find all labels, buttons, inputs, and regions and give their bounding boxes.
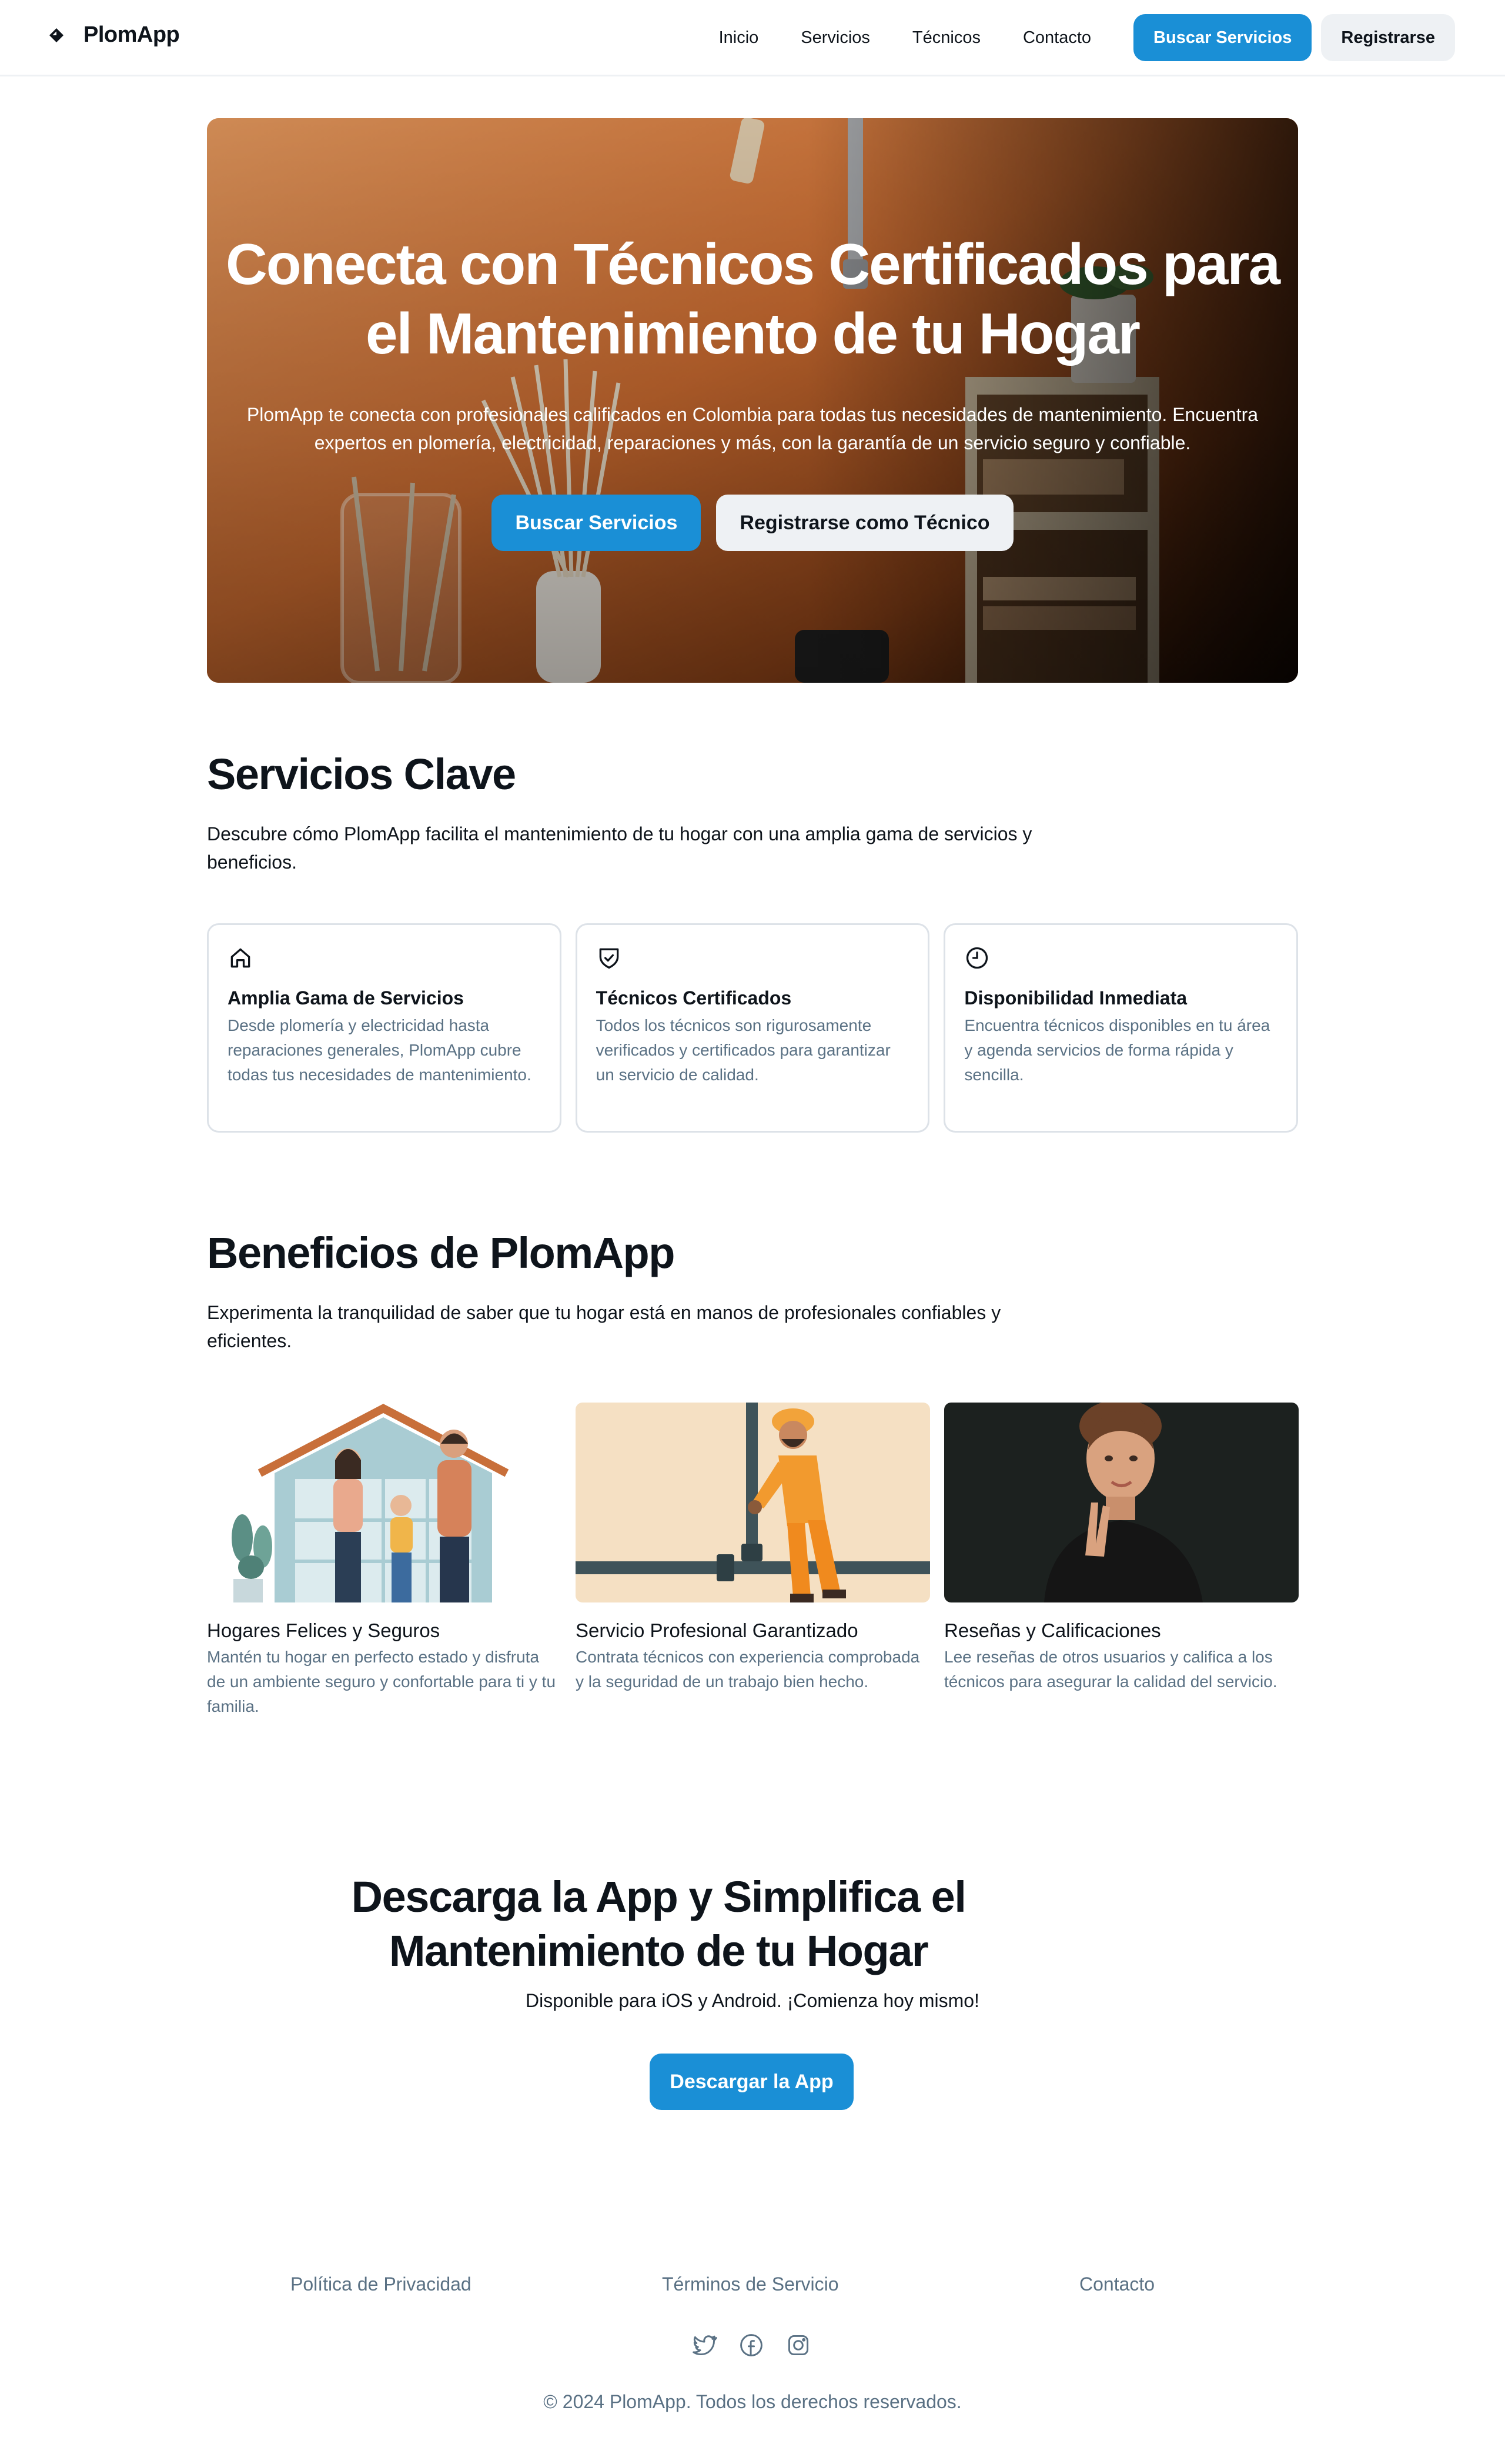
service-card-title: Amplia Gama de Servicios <box>228 987 464 1009</box>
footer-privacy-link[interactable]: Política de Privacidad <box>290 2273 471 2295</box>
brand[interactable]: PlomApp <box>47 22 180 48</box>
cta-subtitle: Disponible para iOS y Android. ¡Comienza… <box>526 1990 979 2011</box>
benefit-text: Contrata técnicos con experiencia compro… <box>576 1648 920 1691</box>
service-card-text: Encuentra técnicos disponibles en tu áre… <box>964 1016 1270 1084</box>
nav-tecnicos[interactable]: Técnicos <box>912 28 981 48</box>
header-register-button[interactable]: Registrarse <box>1321 14 1455 61</box>
family-home-illustration <box>207 1403 561 1602</box>
plumber-illustration <box>576 1403 930 1602</box>
benefit-item: Hogares Felices y Seguros Mantén tu hoga… <box>207 1403 561 1719</box>
hero-register-technician-button[interactable]: Registrarse como Técnico <box>716 495 1014 551</box>
benefit-item: Reseñas y Calificaciones Lee reseñas de … <box>944 1403 1299 1719</box>
benefit-title: Reseñas y Calificaciones <box>944 1620 1161 1641</box>
house-icon <box>230 948 250 968</box>
copyright: © 2024 PlomApp. Todos los derechos reser… <box>543 2391 962 2412</box>
benefit-item: Servicio Profesional Garantizado Contrat… <box>576 1403 930 1719</box>
benefits-title: Beneficios de PlomApp <box>207 1228 675 1277</box>
footer-contact-link[interactable]: Contacto <box>1079 2273 1155 2295</box>
service-card: Amplia Gama de Servicios Desde plomería … <box>207 923 561 1133</box>
benefit-text: Lee reseñas de otros usuarios y califica… <box>944 1648 1277 1691</box>
nav-contacto[interactable]: Contacto <box>1023 28 1091 48</box>
service-card-title: Técnicos Certificados <box>596 987 792 1009</box>
hero-title: Conecta con Técnicos Certificados para e… <box>226 232 1280 366</box>
service-card: Disponibilidad Inmediata Encuentra técni… <box>944 923 1299 1133</box>
hero-content: Conecta con Técnicos Certificados para e… <box>207 118 1298 683</box>
instagram-icon[interactable] <box>785 2332 811 2358</box>
social-links <box>691 2332 811 2358</box>
site-header: PlomApp Inicio Servicios Técnicos Contac… <box>0 0 1505 76</box>
main-nav: Inicio Servicios Técnicos Contacto Busca… <box>719 14 1455 61</box>
facebook-icon[interactable] <box>738 2332 764 2358</box>
shield-check-icon <box>599 948 618 969</box>
hero-subtitle: PlomApp te conecta con profesionales cal… <box>246 404 1259 453</box>
cta-title: Descarga la App y Simplifica el Mantenim… <box>351 1872 966 1975</box>
brand-name: PlomApp <box>83 22 180 47</box>
benefits-description: Experimenta la tranquilidad de saber que… <box>207 1302 1001 1351</box>
clock-icon <box>966 947 988 969</box>
benefit-text: Mantén tu hogar en perfecto estado y dis… <box>207 1648 556 1715</box>
nav-inicio[interactable]: Inicio <box>719 28 759 48</box>
hero-buttons: Buscar Servicios Registrarse como Técnic… <box>207 495 1298 551</box>
woman-portrait-photo <box>944 1403 1299 1602</box>
service-card-title: Disponibilidad Inmediata <box>964 987 1188 1009</box>
benefit-title: Servicio Profesional Garantizado <box>576 1620 858 1641</box>
service-card-text: Todos los técnicos son rigurosamente ver… <box>596 1016 891 1084</box>
footer-terms-link[interactable]: Términos de Servicio <box>662 2273 839 2295</box>
services-title: Servicios Clave <box>207 750 516 799</box>
twitter-icon[interactable] <box>691 2332 717 2358</box>
benefits-list: Hogares Felices y Seguros Mantén tu hoga… <box>207 1403 1299 1719</box>
services-description: Descubre cómo PlomApp facilita el manten… <box>207 823 1032 873</box>
benefit-title: Hogares Felices y Seguros <box>207 1620 440 1641</box>
hero-search-button[interactable]: Buscar Servicios <box>491 495 701 551</box>
logo-icon <box>49 28 63 42</box>
header-search-button[interactable]: Buscar Servicios <box>1133 14 1312 61</box>
service-card-text: Desde plomería y electricidad hasta repa… <box>228 1016 531 1084</box>
hero-banner: Conecta con Técnicos Certificados para e… <box>207 118 1298 683</box>
services-cards: Amplia Gama de Servicios Desde plomería … <box>207 923 1299 1133</box>
download-app-button[interactable]: Descargar la App <box>650 2054 854 2110</box>
nav-servicios[interactable]: Servicios <box>801 28 870 48</box>
service-card: Técnicos Certificados Todos los técnicos… <box>575 923 930 1133</box>
